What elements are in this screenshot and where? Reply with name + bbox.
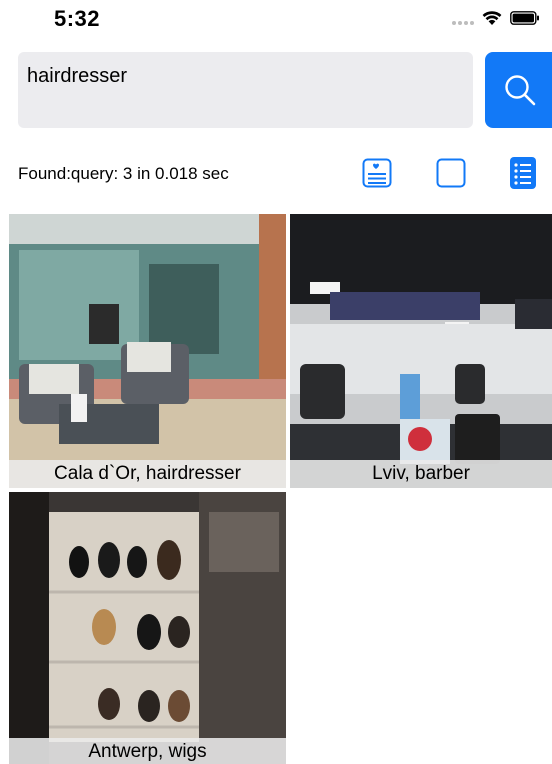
search-input[interactable] <box>27 65 464 88</box>
status-time: 5:32 <box>54 6 101 31</box>
wifi-icon <box>482 11 502 25</box>
photo-caption: Cala d`Or, hairdresser <box>9 460 286 488</box>
grid-view-button[interactable] <box>436 157 466 189</box>
photo-image <box>9 492 286 764</box>
card-view-button[interactable] <box>362 157 392 189</box>
list-view-icon <box>510 157 536 189</box>
cellular-signal-icon <box>452 11 474 25</box>
list-view-button[interactable] <box>508 157 538 189</box>
app-screen: 5:32 Found:query: 3 in 0.01 <box>0 0 552 764</box>
photo-tile[interactable]: Cala d`Or, hairdresser <box>9 214 286 488</box>
status-icons <box>452 10 540 26</box>
photo-image <box>290 214 552 488</box>
search-button[interactable] <box>485 52 552 128</box>
card-view-icon <box>362 158 392 188</box>
status-bar: 5:32 <box>0 0 552 44</box>
battery-icon <box>510 11 539 25</box>
photo-caption: Lviv, barber <box>290 460 552 488</box>
grid-view-icon <box>436 158 466 188</box>
photo-image <box>9 214 286 488</box>
photo-caption: Antwerp, wigs <box>9 738 286 764</box>
search-field[interactable] <box>18 52 473 128</box>
photo-tile[interactable]: Antwerp, wigs <box>9 492 286 764</box>
results-summary: Found:query: 3 in 0.018 sec <box>18 164 229 183</box>
photo-tile[interactable]: Lviv, barber <box>290 214 552 488</box>
search-icon <box>505 75 536 106</box>
